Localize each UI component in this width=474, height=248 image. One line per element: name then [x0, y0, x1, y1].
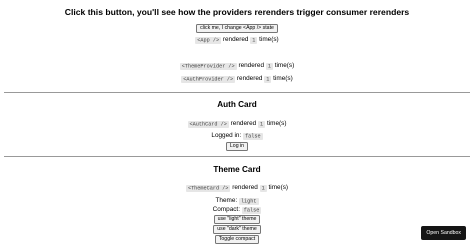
theme-card-render-count: <ThemeCard /> rendered 1 time(s): [0, 183, 474, 193]
auth-provider-render-count-value: 1: [264, 75, 272, 83]
app-render-count: <App /> rendered 1 time(s): [0, 35, 474, 45]
change-app-state-button[interactable]: click me, I change <App /> state: [196, 23, 278, 33]
divider: [4, 92, 470, 93]
rendered-label: rendered: [230, 120, 257, 127]
divider: [4, 156, 470, 157]
theme-provider-render-count: <ThemeProvider /> rendered 1 time(s): [0, 61, 474, 71]
theme-card-render-count-value: 1: [259, 184, 267, 192]
open-sandbox-button[interactable]: Open Sandbox: [421, 226, 466, 240]
auth-provider-component-tag: <AuthProvider />: [181, 75, 236, 83]
logged-in-value: false: [243, 132, 263, 140]
toggle-compact-row: Toggle compact: [0, 234, 474, 244]
app-component-tag: <App />: [195, 36, 222, 44]
rendered-label: rendered: [222, 36, 249, 43]
use-light-theme-button[interactable]: use "light" theme: [213, 214, 261, 224]
logged-in-label: Logged in:: [211, 132, 242, 139]
page-title: Click this button, you'll see how the pr…: [64, 7, 410, 17]
theme-card-title: Theme Card: [213, 165, 261, 174]
auth-card-title: Auth Card: [217, 100, 257, 109]
login-row: Log in: [0, 141, 474, 151]
times-label: time(s): [268, 184, 289, 191]
theme-value: light: [238, 197, 259, 205]
compact-value: false: [241, 206, 262, 214]
rendered-label: rendered: [238, 62, 265, 69]
times-label: time(s): [266, 120, 287, 127]
times-label: time(s): [259, 36, 279, 43]
auth-card-render-count: <AuthCard /> rendered 1 time(s): [0, 119, 474, 129]
app-render-count-value: 1: [250, 36, 258, 44]
theme-provider-component-tag: <ThemeProvider />: [179, 62, 237, 70]
auth-provider-render-count: <AuthProvider /> rendered 1 time(s): [0, 74, 474, 84]
light-theme-row: use "light" theme: [0, 214, 474, 224]
dark-theme-row: use "dark" theme: [0, 224, 474, 234]
times-label: time(s): [274, 62, 295, 69]
use-dark-theme-button[interactable]: use "dark" theme: [213, 224, 261, 234]
theme-provider-render-count-value: 1: [265, 62, 273, 70]
compact-label: Compact:: [212, 206, 240, 213]
auth-card-component-tag: <AuthCard />: [187, 120, 229, 128]
logged-in-row: Logged in: false: [0, 131, 474, 141]
toggle-compact-button[interactable]: Toggle compact: [214, 234, 260, 244]
theme-label: Theme:: [215, 197, 238, 204]
log-in-button[interactable]: Log in: [225, 141, 249, 151]
change-state-row: click me, I change <App /> state: [0, 23, 474, 33]
times-label: time(s): [273, 75, 293, 82]
theme-card-component-tag: <ThemeCard />: [185, 184, 231, 192]
auth-card-render-count-value: 1: [258, 120, 266, 128]
rendered-label: rendered: [236, 75, 263, 82]
rendered-label: rendered: [232, 184, 258, 191]
